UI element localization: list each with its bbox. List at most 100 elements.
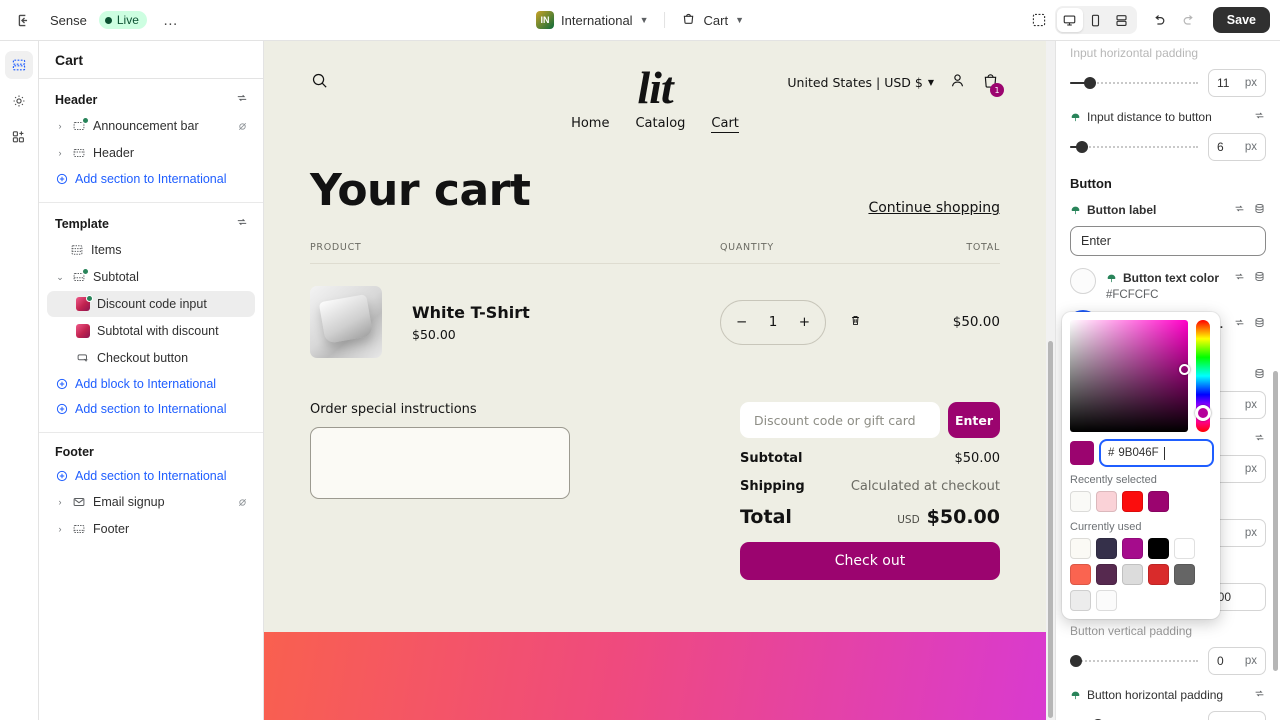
swatch[interactable] xyxy=(1070,491,1091,512)
swatch[interactable] xyxy=(1148,564,1169,585)
nav-link-cart[interactable]: Cart xyxy=(711,116,739,133)
slider-knob[interactable] xyxy=(1070,655,1082,667)
chevron-right-icon[interactable]: › xyxy=(55,497,65,507)
swatch[interactable] xyxy=(1096,491,1117,512)
mobile-icon[interactable] xyxy=(1083,8,1109,32)
reset-icon[interactable] xyxy=(1233,316,1246,332)
sidebar-item-header[interactable]: › Header xyxy=(47,140,255,166)
swatch[interactable] xyxy=(1070,564,1091,585)
dynamic-data-icon[interactable] xyxy=(1253,270,1266,286)
swatch[interactable] xyxy=(1096,590,1117,611)
sidebar-block-subtotal-with-discount[interactable]: Subtotal with discount xyxy=(47,318,255,344)
chevron-right-icon[interactable]: › xyxy=(55,121,65,131)
sidebar-block-discount-code-input[interactable]: Discount code input xyxy=(47,291,255,317)
button-vertical-padding-value[interactable]: 0 px xyxy=(1208,647,1266,675)
shop-name[interactable]: Sense xyxy=(50,13,87,28)
sidebar-item-email-signup[interactable]: › Email signup xyxy=(47,489,255,515)
reset-icon[interactable] xyxy=(1233,202,1246,218)
button-vertical-padding-slider[interactable] xyxy=(1070,653,1198,669)
chevron-right-icon[interactable]: › xyxy=(55,148,65,158)
add-section-button-footer[interactable]: Add section to International xyxy=(47,464,255,488)
eye-slash-icon[interactable] xyxy=(236,120,249,133)
saturation-value-field[interactable] xyxy=(1070,320,1190,432)
reset-icon[interactable] xyxy=(1253,431,1266,447)
chevron-down-icon[interactable]: ⌄ xyxy=(55,272,65,283)
swatch[interactable] xyxy=(1096,564,1117,585)
slider-knob[interactable] xyxy=(1076,141,1089,153)
button-horizontal-padding-value[interactable]: 16 px xyxy=(1208,711,1266,720)
nav-link-catalog[interactable]: Catalog xyxy=(635,116,685,133)
input-horizontal-padding-value[interactable]: 11 px xyxy=(1208,69,1266,97)
swatch[interactable] xyxy=(1070,538,1091,559)
continue-shopping-link[interactable]: Continue shopping xyxy=(868,200,1000,216)
apps-icon[interactable] xyxy=(5,123,33,151)
dynamic-data-icon[interactable] xyxy=(1253,367,1266,383)
sidebar-item-subtotal[interactable]: ⌄ Subtotal xyxy=(47,264,255,290)
swatch[interactable] xyxy=(1122,538,1143,559)
fullscreen-icon[interactable] xyxy=(1109,8,1135,32)
add-section-button-header[interactable]: Add section to International xyxy=(47,167,255,191)
gear-icon[interactable] xyxy=(5,87,33,115)
input-distance-slider[interactable] xyxy=(1070,139,1198,155)
desktop-icon[interactable] xyxy=(1056,8,1083,32)
dynamic-data-icon[interactable] xyxy=(1253,316,1266,332)
store-logo[interactable]: lit xyxy=(637,61,673,114)
sidebar-item-footer[interactable]: › Footer xyxy=(47,516,255,542)
product-thumbnail[interactable] xyxy=(310,286,382,358)
button-text-color-swatch[interactable] xyxy=(1070,268,1096,294)
nav-link-home[interactable]: Home xyxy=(571,116,609,133)
swap-template-icon[interactable] xyxy=(235,215,249,232)
currency-selector[interactable]: United States | USD $ ▼ xyxy=(787,75,934,90)
dynamic-data-icon[interactable] xyxy=(1253,202,1266,218)
input-distance-value[interactable]: 6 px xyxy=(1208,133,1266,161)
reset-icon[interactable] xyxy=(1253,109,1266,125)
button-label-input[interactable]: Enter xyxy=(1070,226,1266,256)
chevron-right-icon[interactable]: › xyxy=(55,524,65,534)
market-selector[interactable]: IN International ▼ xyxy=(530,8,654,32)
save-button[interactable]: Save xyxy=(1212,7,1270,33)
search-icon[interactable] xyxy=(310,71,329,94)
reset-icon[interactable] xyxy=(1233,270,1246,286)
select-icon[interactable] xyxy=(1025,6,1053,34)
product-name[interactable]: White T-Shirt xyxy=(412,303,530,322)
swatch[interactable] xyxy=(1122,491,1143,512)
hex-color-input[interactable]: # 9B046F xyxy=(1101,441,1212,465)
page-selector[interactable]: Cart ▼ xyxy=(676,8,750,32)
swap-template-icon[interactable] xyxy=(235,91,249,108)
quantity-decrease-button[interactable]: − xyxy=(736,314,747,330)
discount-enter-button[interactable]: Enter xyxy=(948,402,1000,438)
quantity-stepper[interactable]: − 1 + xyxy=(720,299,826,345)
reset-icon[interactable] xyxy=(1253,687,1266,703)
swatch[interactable] xyxy=(1174,564,1195,585)
checkout-button[interactable]: Check out xyxy=(740,542,1000,580)
eye-slash-icon[interactable] xyxy=(236,496,249,509)
swatch[interactable] xyxy=(1070,590,1091,611)
swatch[interactable] xyxy=(1148,491,1169,512)
hue-slider-handle[interactable] xyxy=(1195,405,1211,421)
add-block-button[interactable]: Add block to International xyxy=(47,372,255,396)
hue-slider[interactable] xyxy=(1195,320,1211,432)
swatch[interactable] xyxy=(1148,538,1169,559)
undo-icon[interactable] xyxy=(1145,6,1173,34)
trash-icon[interactable] xyxy=(848,313,863,332)
account-icon[interactable] xyxy=(948,71,967,94)
add-section-button-template[interactable]: Add section to International xyxy=(47,397,255,421)
quantity-increase-button[interactable]: + xyxy=(799,314,810,330)
swatch[interactable] xyxy=(1174,538,1195,559)
swatch[interactable] xyxy=(1122,564,1143,585)
cart-icon[interactable]: 1 xyxy=(981,71,1004,97)
sidebar-block-checkout-button[interactable]: Checkout button xyxy=(47,345,255,371)
more-menu-button[interactable]: … xyxy=(159,12,183,29)
order-notes-textarea[interactable] xyxy=(310,427,570,499)
quantity-value[interactable]: 1 xyxy=(769,314,778,330)
saturation-value-handle[interactable] xyxy=(1179,364,1190,375)
exit-icon[interactable] xyxy=(10,6,38,34)
inspector-scrollbar[interactable] xyxy=(1273,371,1278,671)
sidebar-item-announcement-bar[interactable]: › Announcement bar xyxy=(47,113,255,139)
input-horizontal-padding-slider[interactable] xyxy=(1070,75,1198,91)
discount-code-input[interactable]: Discount code or gift card xyxy=(740,402,940,438)
sidebar-item-items[interactable]: Items xyxy=(47,237,255,263)
slider-knob[interactable] xyxy=(1084,77,1097,89)
preview-scrollbar[interactable] xyxy=(1046,41,1055,720)
sections-icon[interactable] xyxy=(5,51,33,79)
